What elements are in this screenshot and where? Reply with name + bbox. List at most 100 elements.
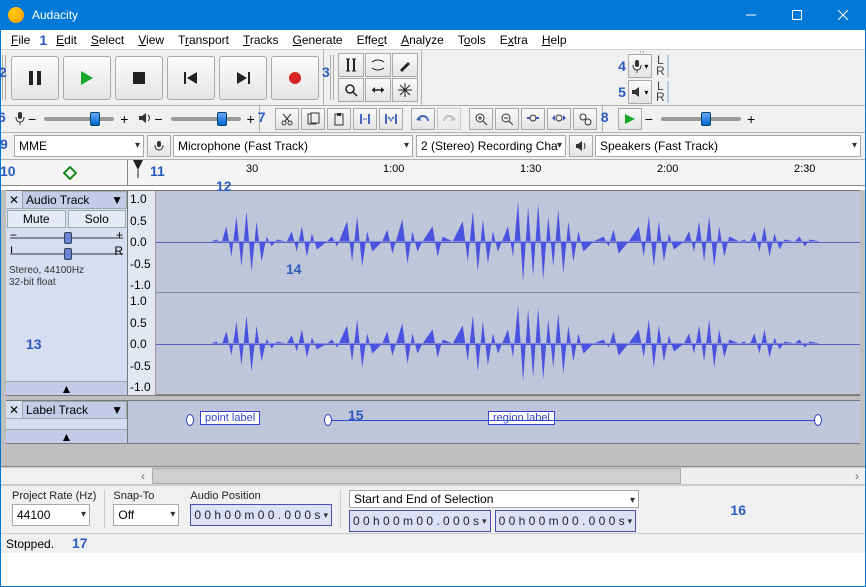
menu-select[interactable]: Select: [84, 32, 131, 48]
speaker-meter-icon[interactable]: ▾: [628, 80, 652, 104]
edit-toolbar: 7: [260, 106, 603, 132]
timeline[interactable]: 10 11 30 1:00 1:30 2:00 2:30 12: [0, 160, 866, 186]
track-collapse-button[interactable]: ▲: [6, 429, 127, 443]
fit-project-button[interactable]: [547, 108, 571, 130]
label-track: ✕ Label Track▼ ▲ point label 15 region l…: [6, 400, 860, 444]
menu-generate[interactable]: Generate: [286, 32, 350, 48]
mixer-toolbar: 6 − + − +: [0, 106, 260, 132]
multi-tool[interactable]: [392, 78, 418, 102]
region-label[interactable]: region label: [328, 411, 555, 425]
pause-button[interactable]: [11, 56, 59, 100]
maximize-button[interactable]: [774, 0, 820, 30]
playback-device-dropdown[interactable]: Speakers (Fast Track)▾: [595, 135, 861, 157]
track-close-button[interactable]: ✕: [6, 193, 22, 207]
zoom-toggle-button[interactable]: [573, 108, 597, 130]
pan-slider[interactable]: LR: [10, 247, 123, 261]
track-info: Stereo, 44100Hz 32-bit float: [6, 263, 127, 291]
vertical-scale[interactable]: 1.00.50.0-0.5-1.0: [128, 191, 156, 293]
pin-icon[interactable]: [63, 166, 77, 180]
track-collapse-button[interactable]: ▲: [6, 381, 127, 395]
menu-view[interactable]: View: [131, 32, 171, 48]
selection-end-field[interactable]: 0 0 h 0 0 m 0 0 . 0 0 0 s▾: [495, 510, 637, 532]
playback-volume-slider[interactable]: [171, 117, 241, 121]
redo-button[interactable]: [437, 108, 461, 130]
solo-button[interactable]: Solo: [68, 210, 127, 228]
skip-start-button[interactable]: [167, 56, 215, 100]
silence-button[interactable]: [379, 108, 403, 130]
vertical-scale[interactable]: 1.00.50.0-0.5-1.0: [128, 293, 156, 395]
zoom-in-button[interactable]: [469, 108, 493, 130]
menu-file[interactable]: File: [4, 32, 37, 48]
label-track-panel: ✕ Label Track▼ ▲: [6, 401, 128, 443]
copy-button[interactable]: [301, 108, 325, 130]
recording-volume-slider[interactable]: [44, 117, 114, 121]
recording-channels-dropdown[interactable]: 2 (Stereo) Recording Cha▾: [416, 135, 566, 157]
project-rate-dropdown[interactable]: 44100▾: [12, 504, 90, 526]
scroll-left-button[interactable]: ‹: [134, 468, 152, 484]
recording-device-dropdown[interactable]: Microphone (Fast Track)▾: [173, 135, 413, 157]
record-button[interactable]: [271, 56, 319, 100]
skip-end-button[interactable]: [219, 56, 267, 100]
undo-button[interactable]: [411, 108, 435, 130]
selection-start-field[interactable]: 0 0 h 0 0 m 0 0 . 0 0 0 s▾: [349, 510, 491, 532]
paste-button[interactable]: [327, 108, 351, 130]
selection-type-dropdown[interactable]: Start and End of Selection▾: [349, 490, 639, 508]
menu-extra[interactable]: Extra: [493, 32, 535, 48]
transport-toolbar: 2: [0, 50, 324, 105]
zoom-out-button[interactable]: [495, 108, 519, 130]
menu-tracks[interactable]: Tracks: [236, 32, 286, 48]
track-menu-button[interactable]: Label Track▼: [22, 401, 127, 419]
toolbar-grip[interactable]: [2, 55, 6, 101]
window-title: Audacity: [32, 8, 728, 22]
play-button[interactable]: [63, 56, 111, 100]
tools-toolbar: 3: [324, 50, 422, 105]
waveform-right[interactable]: [156, 293, 860, 395]
cut-button[interactable]: [275, 108, 299, 130]
minimize-button[interactable]: [728, 0, 774, 30]
scroll-right-button[interactable]: ›: [848, 468, 866, 484]
play-at-speed-button[interactable]: [618, 108, 642, 130]
playback-speed-slider[interactable]: [661, 117, 741, 121]
audacity-logo-icon: [8, 7, 24, 23]
tracks-area: ✕ Audio Track▼ Mute Solo −+ LR Stereo, 4…: [0, 190, 866, 467]
track-menu-button[interactable]: Audio Track▼: [22, 191, 127, 209]
envelope-tool[interactable]: [365, 53, 391, 77]
menu-analyze[interactable]: Analyze: [394, 32, 451, 48]
gain-slider[interactable]: −+: [10, 231, 123, 245]
zoom-tool[interactable]: [338, 78, 364, 102]
selection-toolbar: Project Rate (Hz) 44100▾ Snap-To Off▾ Au…: [0, 485, 866, 533]
toolbar-grip[interactable]: [330, 55, 334, 101]
mute-button[interactable]: Mute: [7, 210, 66, 228]
audio-position-field[interactable]: 0 0 h 0 0 m 0 0 . 0 0 0 s▾: [190, 504, 332, 526]
horizontal-scrollbar[interactable]: ‹ ›: [0, 467, 866, 485]
point-label[interactable]: point label: [190, 411, 260, 425]
menu-effect[interactable]: Effect: [350, 32, 394, 48]
audio-position-label: Audio Position: [190, 490, 332, 502]
timeshift-tool[interactable]: [365, 78, 391, 102]
device-toolbar: 9 MME▾ Microphone (Fast Track)▾ 2 (Stere…: [0, 133, 866, 160]
playback-meter[interactable]: -54 -48 -42 -36 -30 -24 -18 -12 -6 0: [667, 81, 669, 103]
mic-meter-icon[interactable]: ▾: [628, 54, 652, 78]
menu-edit[interactable]: Edit: [49, 32, 84, 48]
close-button[interactable]: [820, 0, 866, 30]
audio-host-dropdown[interactable]: MME▾: [14, 135, 144, 157]
menu-transport[interactable]: Transport: [171, 32, 236, 48]
draw-tool[interactable]: [392, 53, 418, 77]
mic-icon: [14, 111, 26, 128]
waveform-left[interactable]: 14: [156, 191, 860, 293]
stop-button[interactable]: [115, 56, 163, 100]
trim-button[interactable]: [353, 108, 377, 130]
project-rate-label: Project Rate (Hz): [12, 490, 96, 502]
recording-meter[interactable]: -54 -48 -42 Click to Start Monitoring -1…: [667, 55, 669, 77]
fit-selection-button[interactable]: [521, 108, 545, 130]
menu-tools[interactable]: Tools: [451, 32, 493, 48]
menu-help[interactable]: Help: [535, 32, 574, 48]
selection-tool[interactable]: [338, 53, 364, 77]
snap-to-dropdown[interactable]: Off▾: [113, 504, 179, 526]
scroll-thumb[interactable]: [152, 468, 681, 484]
track-close-button[interactable]: ✕: [6, 403, 22, 417]
toolbar-grip[interactable]: [640, 51, 644, 53]
speaker-device-icon: [569, 135, 593, 157]
playhead-cursor: [133, 160, 143, 178]
label-area[interactable]: point label 15 region label: [128, 401, 860, 443]
